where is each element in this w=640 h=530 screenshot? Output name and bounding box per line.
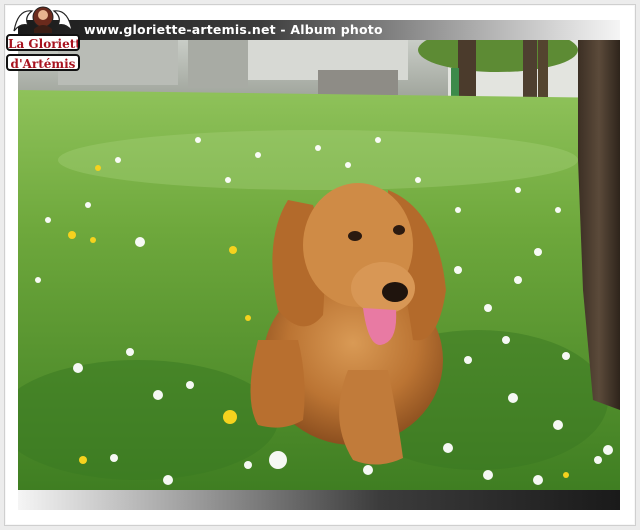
dog-photo-image [18,40,620,490]
bottom-bar [18,490,620,510]
site-logo[interactable]: La Gloriette d'Artémis [2,3,80,73]
logo-emblem-icon [13,6,73,33]
logo-text-line1: La Gloriette [6,34,80,51]
album-photo[interactable] [18,40,620,490]
page-title: www.gloriette-artemis.net - Album photo [84,22,383,37]
logo-text-line2: d'Artémis [6,54,80,71]
